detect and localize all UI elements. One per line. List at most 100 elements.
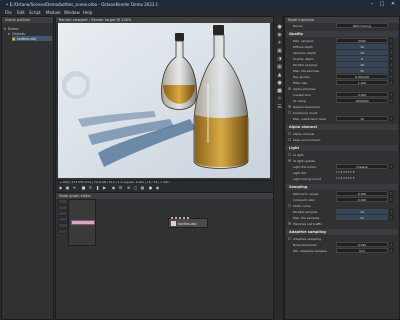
node-pin[interactable] (179, 217, 181, 219)
spinner-button[interactable] (389, 242, 393, 247)
spinner-button[interactable] (389, 50, 393, 55)
menu-script[interactable]: Script (29, 10, 41, 15)
menu-file[interactable]: File (5, 10, 12, 15)
setting-value-field[interactable]: 0.000 (336, 92, 388, 97)
play-icon[interactable]: ▶ (102, 185, 107, 190)
spinner-button[interactable] (389, 215, 393, 220)
render-region-icon[interactable]: ▣ (65, 185, 70, 190)
texture-icon[interactable]: ■ (276, 88, 283, 94)
node-preview-list[interactable] (68, 199, 96, 246)
render-passes-icon[interactable]: ▦ (276, 64, 283, 70)
grid-icon[interactable]: ▦ (140, 185, 145, 190)
render-image[interactable] (58, 23, 270, 178)
setting-value-field[interactable]: 16 (336, 209, 388, 214)
kernel-icon[interactable]: ● (276, 24, 283, 30)
close-button[interactable]: ✕ (389, 1, 397, 8)
setting-value-field[interactable]: 10 (336, 116, 388, 121)
postprocess-icon[interactable]: ◑ (276, 56, 283, 62)
graph-tool-button[interactable] (58, 199, 68, 204)
fit-icon[interactable]: ▢ (133, 185, 138, 190)
tree-item-bottles[interactable]: ■ bottles.obj (12, 36, 52, 41)
spinner-button[interactable] (389, 164, 393, 169)
graph-tool-button[interactable] (58, 223, 68, 228)
section-header[interactable]: Light (286, 145, 398, 151)
spinner-button[interactable] (389, 197, 393, 202)
node-pin[interactable] (171, 217, 173, 219)
spinner-button[interactable] (389, 80, 393, 85)
geometry-icon[interactable]: ▲ (276, 72, 283, 78)
spinner-button[interactable] (389, 209, 393, 214)
setting-value-field[interactable]: 1.200 (336, 80, 388, 85)
menu-window[interactable]: Window (64, 10, 80, 15)
pause-icon[interactable]: ❚ (95, 185, 100, 190)
setting-value-field[interactable]: 16 (336, 44, 388, 49)
setting-checkbox[interactable] (288, 132, 291, 135)
spinner-button[interactable] (389, 68, 393, 73)
node-pin[interactable] (183, 217, 185, 219)
setting-checkbox[interactable] (288, 138, 291, 141)
section-header[interactable]: Alpha channel (286, 124, 398, 130)
color-picker-icon[interactable]: ● (148, 185, 153, 190)
menu-module[interactable]: Module (46, 10, 61, 15)
spinner-button[interactable] (389, 98, 393, 103)
node-pin[interactable] (175, 217, 177, 219)
setting-checkbox[interactable] (288, 87, 291, 90)
setting-value-field[interactable]: Disable (336, 164, 388, 169)
setting-value-field[interactable]: 2000 (336, 38, 388, 43)
setting-checkbox[interactable] (288, 111, 291, 114)
imager-icon[interactable]: ▣ (276, 48, 283, 54)
spinner-button[interactable] (389, 191, 393, 196)
spinner-button[interactable] (389, 62, 393, 67)
spinner-button[interactable] (389, 38, 393, 43)
setting-value-field[interactable]: 32 (336, 68, 388, 73)
node-pin[interactable] (187, 217, 189, 219)
setting-value-field[interactable]: 512 (336, 248, 388, 253)
setting-checkbox[interactable] (288, 105, 291, 108)
setting-checkbox[interactable] (288, 222, 291, 225)
setting-value-field[interactable]: 16 (336, 50, 388, 55)
setting-value-field[interactable]: 0.000100 (336, 74, 388, 79)
setting-value-field[interactable]: 0.000 (336, 197, 388, 202)
zoom-icon[interactable]: ⊕ (126, 185, 131, 190)
menu-edit[interactable]: Edit (17, 10, 25, 15)
maximize-button[interactable]: □ (378, 1, 386, 8)
material-icon[interactable]: ● (276, 80, 283, 86)
spinner-button[interactable] (389, 116, 393, 121)
camera-icon[interactable]: ◉ (58, 185, 63, 190)
setting-value-field[interactable]: 16 (336, 62, 388, 67)
setting-checkbox[interactable] (288, 204, 291, 207)
light-id-toggles[interactable]: 1 2 3 4 5 6 7 8 (336, 171, 354, 174)
restart-icon[interactable]: ↻ (88, 185, 93, 190)
setting-value-field[interactable]: 32 (336, 215, 388, 220)
setting-value-field[interactable]: 8 (336, 56, 388, 61)
spinner-button[interactable] (389, 56, 393, 61)
setting-value-field[interactable]: 0.020 (336, 242, 388, 247)
stop-icon[interactable]: ■ (81, 185, 86, 190)
layers-icon[interactable]: ☰ (276, 104, 283, 110)
graph-tool-button[interactable] (58, 205, 68, 210)
lock-icon[interactable]: ◉ (111, 185, 116, 190)
environment-icon[interactable]: ☀ (276, 40, 283, 46)
snapshot-icon[interactable]: ◉ (155, 185, 160, 190)
kernel-select[interactable]: Path tracing (336, 23, 388, 28)
section-header[interactable]: Quality (286, 31, 398, 37)
graph-tool-button[interactable] (58, 229, 68, 234)
spinner-button[interactable] (389, 44, 393, 49)
spinner-button[interactable] (389, 248, 393, 253)
selected-node-swatch[interactable] (71, 220, 95, 225)
camera-icon[interactable]: ◉ (276, 32, 283, 38)
section-header[interactable]: Adaptive sampling (286, 229, 398, 235)
light-id-toggles[interactable]: 1 2 3 4 5 6 7 8 (336, 177, 354, 180)
graph-tool-button[interactable] (58, 217, 68, 222)
light-icon[interactable]: ☼ (276, 96, 283, 102)
setting-checkbox[interactable] (288, 237, 291, 240)
graph-tool-button[interactable] (58, 211, 68, 216)
setting-value-field[interactable]: 0.300 (336, 191, 388, 196)
setting-checkbox[interactable] (288, 153, 291, 156)
setting-value-field[interactable]: 1000000 (336, 98, 388, 103)
section-header[interactable]: Sampling (286, 184, 398, 190)
minimize-button[interactable]: – (368, 1, 376, 8)
spinner-button[interactable] (389, 74, 393, 79)
setting-checkbox[interactable] (288, 159, 291, 162)
focus-picker-icon[interactable]: ⌖ (72, 185, 77, 190)
